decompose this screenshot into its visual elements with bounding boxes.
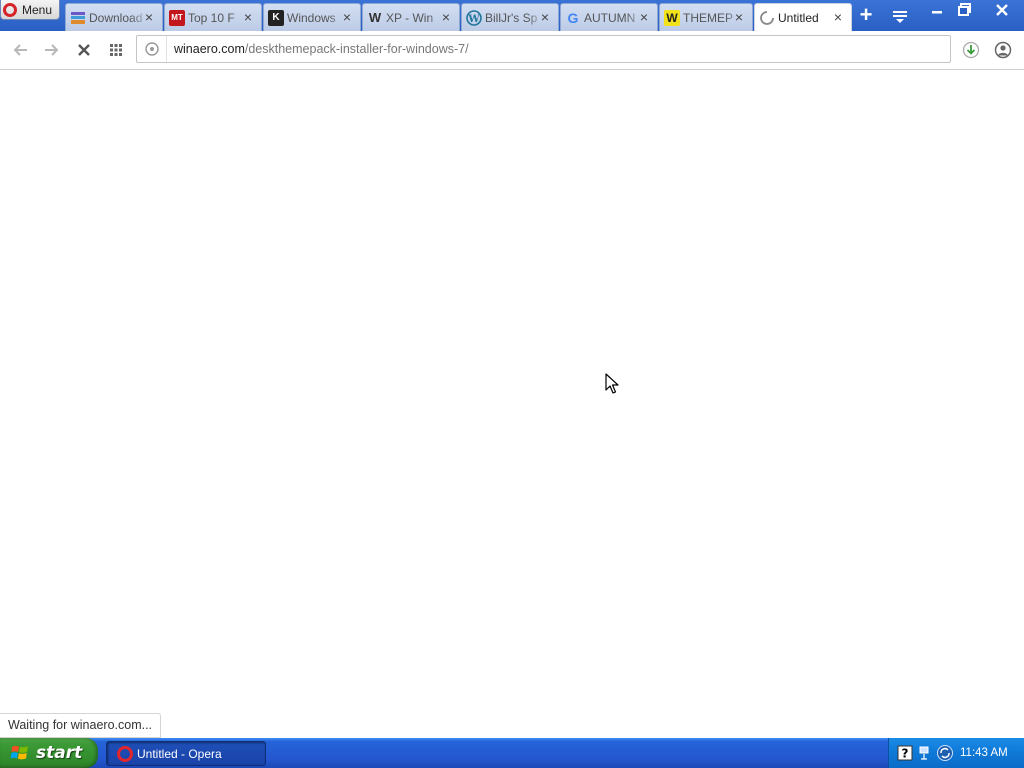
- grid-favicon-icon: [70, 10, 86, 26]
- network-icon[interactable]: [916, 744, 934, 762]
- back-button[interactable]: [9, 39, 33, 61]
- status-bar-text: Waiting for winaero.com...: [0, 713, 162, 738]
- taskbar-item-opera[interactable]: Untitled - Opera: [106, 741, 266, 766]
- start-button[interactable]: start: [0, 738, 98, 768]
- restore-button[interactable]: [952, 0, 978, 20]
- speed-dial-button[interactable]: [104, 39, 128, 61]
- k-favicon-icon: K: [268, 9, 284, 26]
- tab-close-icon[interactable]: ×: [439, 10, 453, 24]
- google-favicon-icon: G: [567, 9, 579, 26]
- minimize-button[interactable]: [924, 0, 950, 20]
- site-info-icon[interactable]: [137, 36, 167, 62]
- windows-flag-icon: [10, 745, 28, 760]
- opera-logo-icon: [3, 2, 17, 17]
- minimize-icon: [932, 11, 942, 14]
- winaero-favicon-icon: W: [664, 9, 680, 26]
- tab-title: Top 10 F: [188, 10, 235, 25]
- back-arrow-icon: [13, 44, 27, 56]
- tab-strip: Menu Download × MT Top 10 F × K Windows …: [0, 0, 1024, 31]
- stop-loading-button[interactable]: [72, 39, 96, 61]
- address-bar[interactable]: winaero.com/deskthemepack-installer-for-…: [136, 35, 951, 63]
- start-label: start: [36, 743, 83, 763]
- tab-autumn[interactable]: G AUTUMN ×: [560, 3, 658, 31]
- w-favicon-icon: W: [368, 10, 382, 25]
- tab-close-icon[interactable]: ×: [142, 10, 156, 24]
- tab-close-icon[interactable]: ×: [241, 10, 255, 24]
- url-path: /deskthemepack-installer-for-windows-7/: [244, 42, 469, 56]
- tab-billjrs[interactable]: W BillJr's Sp ×: [461, 3, 559, 31]
- tab-close-icon[interactable]: ×: [732, 10, 746, 24]
- loading-spinner-icon: [759, 10, 775, 26]
- tab-close-icon[interactable]: ×: [340, 10, 354, 24]
- tab-title: AUTUMN: [584, 10, 636, 25]
- url-host: winaero.com: [174, 42, 245, 56]
- page-content-area[interactable]: [0, 70, 1024, 738]
- tab-close-icon[interactable]: ×: [637, 10, 651, 24]
- opera-icon: [117, 745, 133, 762]
- tab-close-icon[interactable]: ×: [538, 10, 552, 24]
- taskbar-item-label: Untitled - Opera: [137, 746, 222, 761]
- downloads-button[interactable]: [959, 39, 983, 61]
- restore-icon: [958, 3, 971, 16]
- address-toolbar: winaero.com/deskthemepack-installer-for-…: [0, 31, 1024, 70]
- forward-arrow-icon: [45, 44, 59, 56]
- tab-untitled-active[interactable]: Untitled ×: [754, 3, 852, 31]
- stop-x-icon: [78, 44, 90, 56]
- close-window-button[interactable]: [982, 0, 1022, 20]
- wordpress-favicon-icon: W: [466, 9, 482, 26]
- download-arrow-icon: [962, 41, 980, 59]
- url-text[interactable]: winaero.com/deskthemepack-installer-for-…: [167, 42, 469, 56]
- windows-taskbar: start Untitled - Opera ? 11:43 AM: [0, 738, 1024, 768]
- user-avatar-icon: [994, 41, 1012, 59]
- tab-menu-icon: [893, 11, 907, 23]
- mouse-pointer-icon: [605, 373, 619, 394]
- tab-close-icon[interactable]: ×: [831, 10, 845, 24]
- menu-label: Menu: [22, 2, 53, 17]
- sync-arrows-icon[interactable]: [936, 744, 954, 762]
- tab-top-10[interactable]: MT Top 10 F ×: [164, 3, 262, 31]
- tab-download[interactable]: Download ×: [65, 3, 163, 31]
- tab-title: Windows: [287, 10, 336, 25]
- tab-xp-win[interactable]: W XP - Win ×: [362, 3, 460, 31]
- system-tray: ? 11:43 AM: [888, 738, 1024, 768]
- svg-text:?: ?: [902, 747, 909, 761]
- mt-favicon-icon: MT: [169, 9, 185, 26]
- tab-menu-button[interactable]: [888, 4, 912, 28]
- help-icon[interactable]: ?: [896, 744, 914, 762]
- opera-menu-button[interactable]: Menu: [0, 0, 60, 20]
- tab-title: Download: [89, 10, 143, 25]
- clock: 11:43 AM: [960, 747, 1008, 759]
- svg-text:W: W: [467, 14, 480, 25]
- new-tab-button[interactable]: +: [854, 4, 878, 28]
- tab-title: XP - Win: [386, 10, 434, 25]
- forward-button[interactable]: [39, 39, 63, 61]
- tab-title: BillJr's Sp: [485, 10, 538, 25]
- speed-dial-grid-icon: [110, 44, 122, 56]
- tab-title: Untitled: [778, 10, 819, 25]
- tab-themep[interactable]: W THEMEP ×: [659, 3, 753, 31]
- close-icon: [996, 4, 1008, 16]
- tab-windows[interactable]: K Windows ×: [263, 3, 361, 31]
- account-button[interactable]: [991, 39, 1015, 61]
